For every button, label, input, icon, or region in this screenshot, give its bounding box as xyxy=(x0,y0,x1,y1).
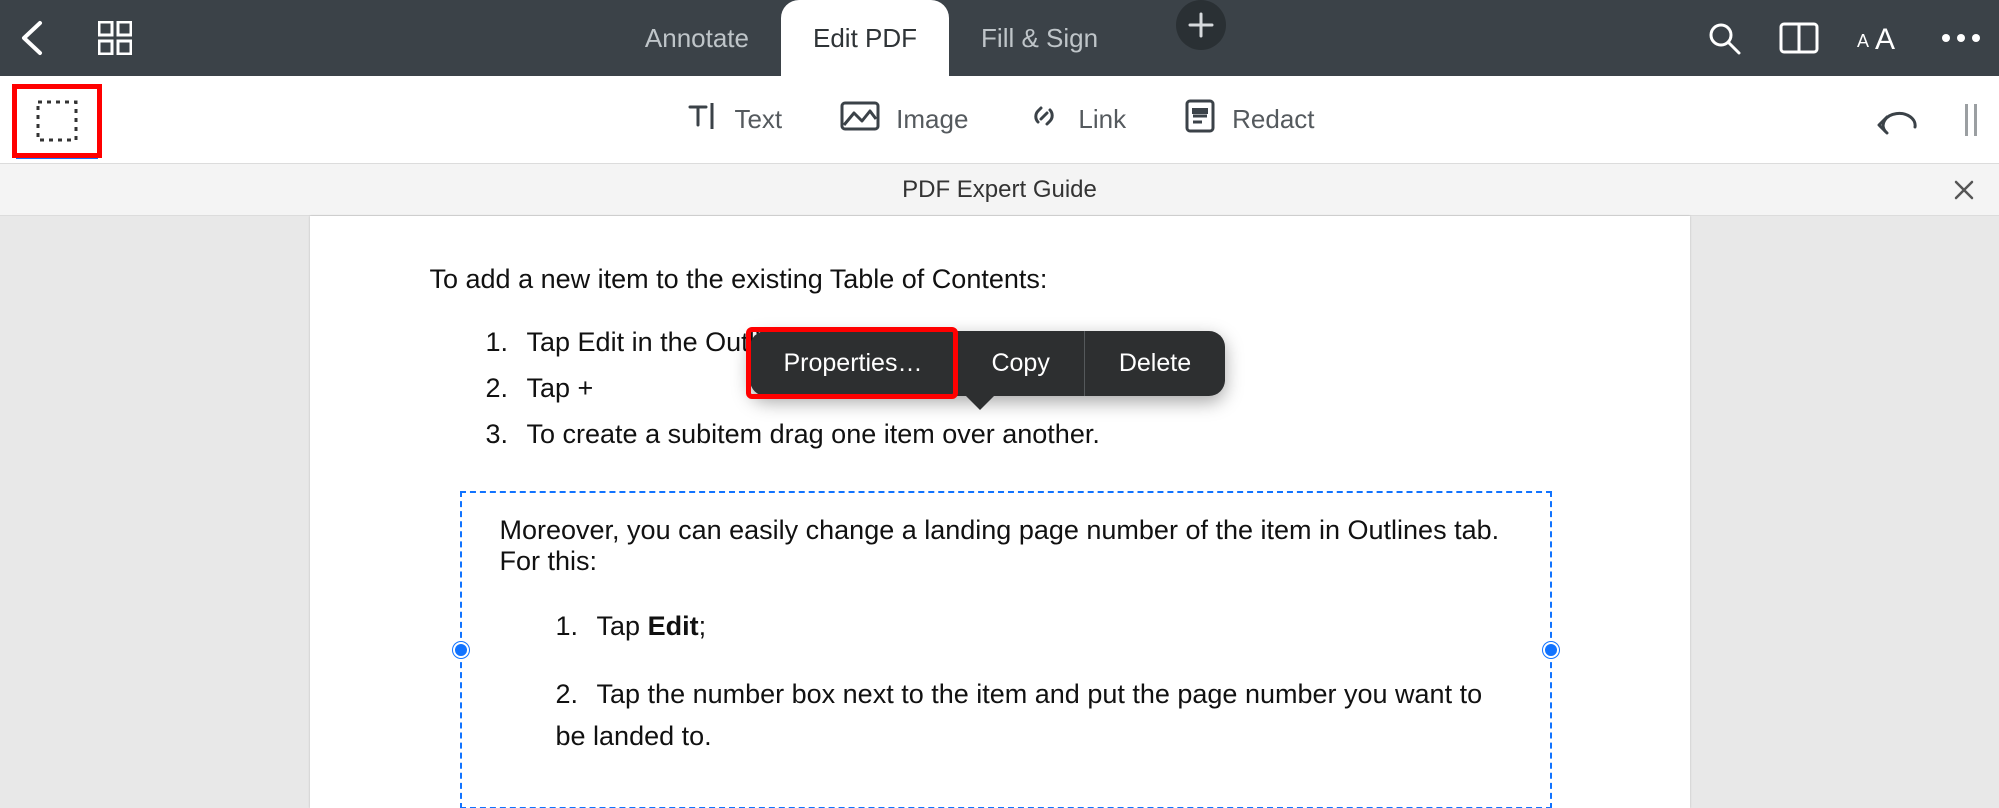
more-button[interactable] xyxy=(1941,33,1981,43)
selection-handle-right[interactable] xyxy=(1543,642,1559,658)
tool-link[interactable]: Link xyxy=(1026,98,1126,141)
redact-tool-icon xyxy=(1184,98,1216,141)
close-document-button[interactable] xyxy=(1953,164,1975,215)
document-title: PDF Expert Guide xyxy=(902,176,1097,204)
link-tool-icon xyxy=(1026,98,1062,141)
tab-fill-sign[interactable]: Fill & Sign xyxy=(949,0,1130,76)
tool-redact-label: Redact xyxy=(1232,104,1314,135)
svg-text:A: A xyxy=(1857,31,1869,51)
tool-link-label: Link xyxy=(1078,104,1126,135)
context-menu-copy[interactable]: Copy xyxy=(957,331,1083,396)
grid-view-button[interactable] xyxy=(98,21,132,55)
selected-paragraph: Moreover, you can easily change a landin… xyxy=(500,515,1512,577)
content-selection-box[interactable]: Moreover, you can easily change a landin… xyxy=(460,491,1552,808)
list-b-item-2: 2. Tap the number box next to the item a… xyxy=(556,673,1512,757)
context-menu: Properties… Copy Delete xyxy=(750,331,1226,396)
intro-line: To add a new item to the existing Table … xyxy=(430,264,1570,295)
tool-redact[interactable]: Redact xyxy=(1184,98,1314,141)
tab-edit-pdf[interactable]: Edit PDF xyxy=(781,0,949,76)
pdf-page[interactable]: To add a new item to the existing Table … xyxy=(310,216,1690,808)
tutorial-highlight-properties xyxy=(746,327,958,399)
selection-tool-button[interactable] xyxy=(12,84,102,158)
redo-divider-button[interactable] xyxy=(1963,102,1979,138)
add-tab-button[interactable] xyxy=(1176,0,1226,50)
document-canvas[interactable]: To add a new item to the existing Table … xyxy=(0,216,1999,808)
undo-button[interactable] xyxy=(1875,105,1919,135)
tool-image-label: Image xyxy=(896,104,968,135)
bookmarks-button[interactable] xyxy=(1779,21,1819,55)
text-tool-icon xyxy=(684,99,718,140)
list-b-item-1: 1. Tap Edit; xyxy=(556,605,1512,647)
back-button[interactable] xyxy=(18,19,44,57)
image-tool-icon xyxy=(840,101,880,138)
selection-handle-left[interactable] xyxy=(453,642,469,658)
selection-tool-active-indicator xyxy=(16,153,98,159)
tool-text[interactable]: Text xyxy=(684,99,782,140)
mode-tabs: Annotate Edit PDF Fill & Sign xyxy=(132,0,1707,76)
tab-annotate[interactable]: Annotate xyxy=(613,0,781,76)
svg-text:A: A xyxy=(1875,23,1895,53)
tool-image[interactable]: Image xyxy=(840,101,968,138)
context-menu-tail xyxy=(966,396,994,410)
context-menu-delete[interactable]: Delete xyxy=(1085,331,1225,396)
search-button[interactable] xyxy=(1707,21,1741,55)
text-size-button[interactable]: AA xyxy=(1857,23,1903,53)
tool-text-label: Text xyxy=(734,104,782,135)
